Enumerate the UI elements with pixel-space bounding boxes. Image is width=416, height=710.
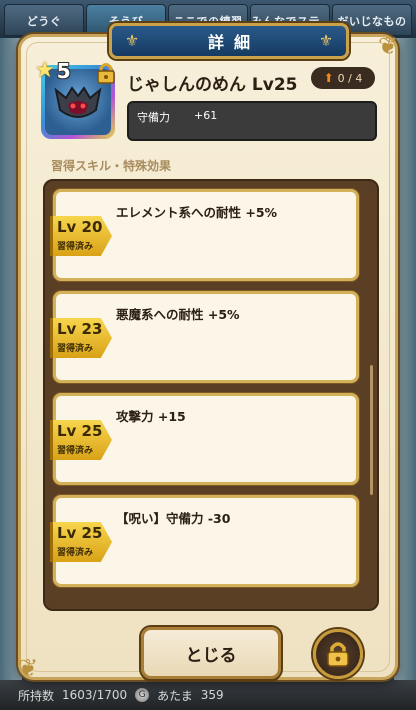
stat-value: +61 bbox=[194, 109, 218, 122]
upgrade-count-badge: ⬆ 0 / 4 bbox=[311, 67, 375, 89]
skill-card: Lv 25 習得済み 攻撃力 +15 bbox=[50, 393, 359, 485]
skill-status: 習得済み bbox=[57, 548, 94, 558]
detail-dialog: ❦ ❦ ⚜ 詳細 ⚜ ★ 5 じゃしんのめん Lv25 ⬆ 0 / 4 守備力 … bbox=[18, 23, 398, 682]
lock-icon bbox=[97, 63, 115, 84]
dialog-title: 詳細 bbox=[207, 33, 260, 52]
skill-text: 悪魔系への耐性 +5% bbox=[116, 307, 240, 322]
skill-status: 習得済み bbox=[57, 344, 94, 354]
level-tag: Lv 23 習得済み bbox=[50, 318, 112, 358]
money-value: 359 bbox=[200, 688, 224, 702]
level-tag: Lv 25 習得済み bbox=[50, 420, 112, 460]
possession-value: 1603/1700 bbox=[62, 688, 128, 702]
skill-level: Lv 20 bbox=[57, 218, 103, 236]
scrollbar[interactable] bbox=[370, 365, 373, 495]
skill-status: 習得済み bbox=[57, 242, 94, 252]
coin-icon: G bbox=[135, 688, 150, 702]
lock-icon bbox=[327, 642, 349, 667]
corner-ornament-icon: ❦ bbox=[17, 654, 39, 682]
fleur-icon: ⚜ bbox=[318, 31, 334, 50]
corner-ornament-icon: ❦ bbox=[377, 32, 399, 60]
section-title: 習得スキル・特殊効果 bbox=[51, 159, 172, 173]
level-tag: Lv 20 習得済み bbox=[50, 216, 112, 256]
possession-label: 所持数 bbox=[18, 688, 55, 703]
skill-level: Lv 23 bbox=[57, 320, 103, 338]
skill-card: Lv 23 習得済み 悪魔系への耐性 +5% bbox=[50, 291, 359, 383]
skill-level: Lv 25 bbox=[57, 524, 103, 542]
stat-box: 守備力 +61 bbox=[127, 101, 377, 141]
stat-label: 守備力 bbox=[137, 111, 170, 124]
skill-text: エレメント系への耐性 +5% bbox=[116, 205, 278, 220]
skill-status: 習得済み bbox=[57, 446, 94, 456]
upgrade-count: 0 / 4 bbox=[337, 71, 363, 85]
level-tag: Lv 25 習得済み bbox=[50, 522, 112, 562]
arrow-up-icon: ⬆ bbox=[323, 71, 334, 85]
item-name: じゃしんのめん Lv25 bbox=[127, 75, 298, 95]
dialog-title-banner: ⚜ 詳細 ⚜ bbox=[109, 23, 349, 59]
skills-list[interactable]: Lv 20 習得済み エレメント系への耐性 +5% Lv 23 習得済み 悪魔系… bbox=[43, 179, 379, 611]
skill-card: Lv 25 習得済み 【呪い】守備力 -30 bbox=[50, 495, 359, 587]
skill-text: 攻撃力 +15 bbox=[116, 409, 186, 424]
lock-button[interactable] bbox=[313, 629, 363, 679]
fleur-icon: ⚜ bbox=[124, 31, 140, 50]
star-rank: ★ 5 bbox=[35, 59, 71, 83]
skill-text: 【呪い】守備力 -30 bbox=[116, 511, 231, 526]
background-footer: 所持数 1603/1700 G あたま 359 bbox=[0, 680, 416, 710]
skill-card: Lv 20 習得済み エレメント系への耐性 +5% bbox=[50, 189, 359, 281]
money-label: あたま bbox=[157, 688, 193, 703]
helmet-icon bbox=[54, 86, 102, 118]
star-rank-value: 5 bbox=[56, 59, 71, 83]
skill-level: Lv 25 bbox=[57, 422, 103, 440]
star-icon: ★ bbox=[35, 58, 55, 83]
background-tab-tools: どうぐ bbox=[4, 4, 84, 36]
close-button[interactable]: とじる bbox=[141, 627, 281, 679]
